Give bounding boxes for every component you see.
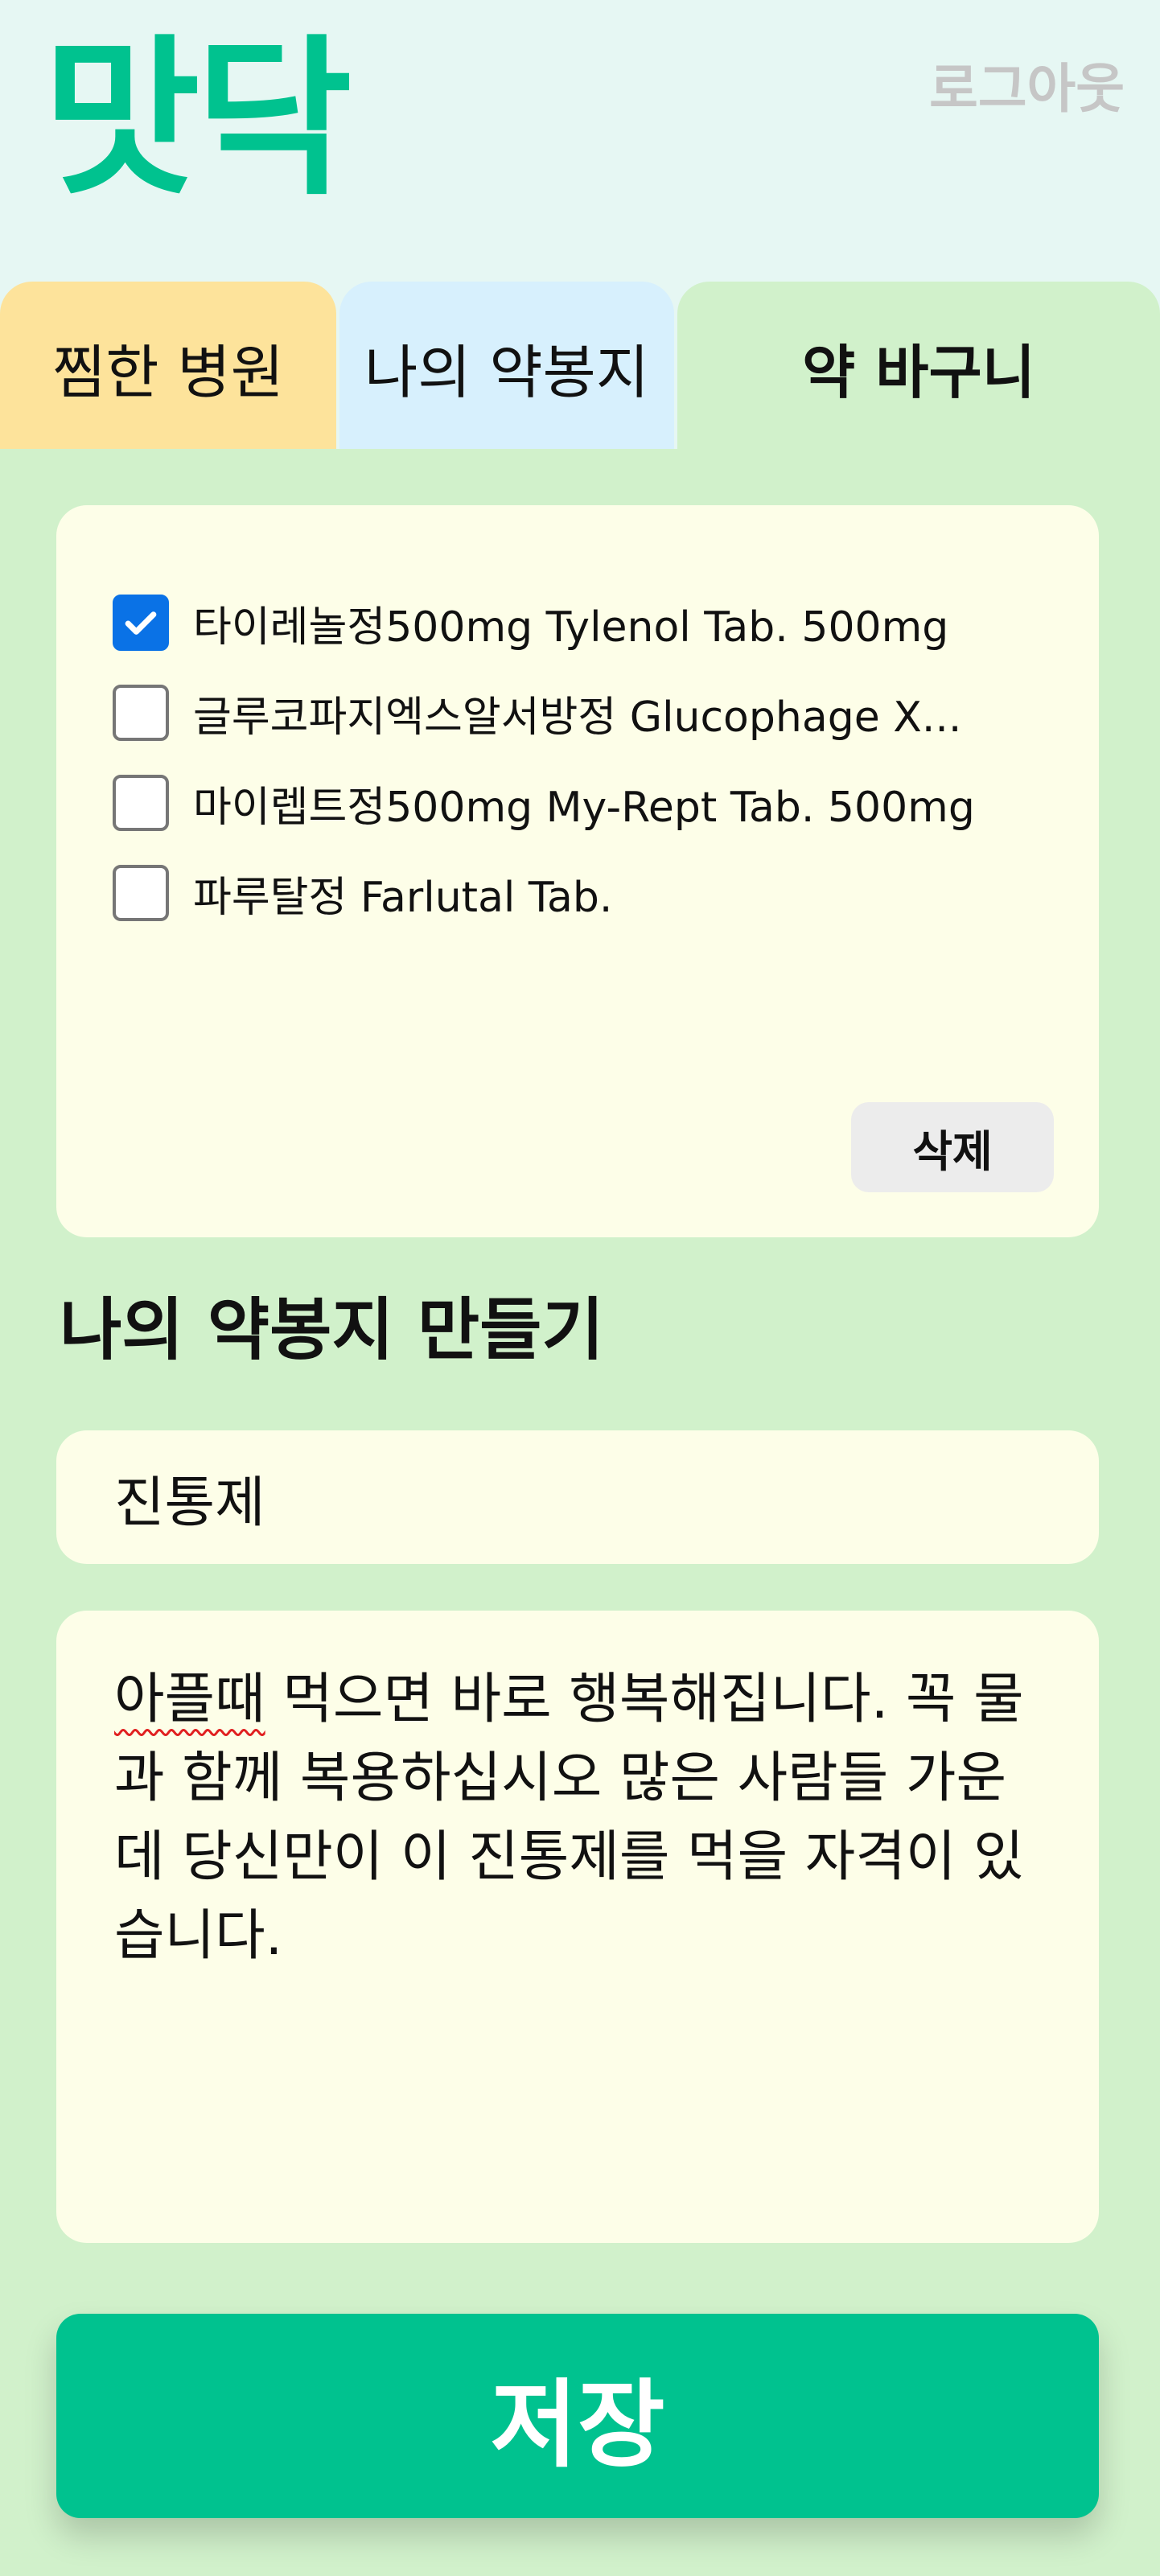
app-logo: 맛닥 [43,19,352,218]
medicine-checkbox[interactable] [113,865,169,921]
tab-bar: 찜한 병원 나의 약봉지 약 바구니 [0,282,1160,452]
tab-favorite-hospitals[interactable]: 찜한 병원 [0,282,336,452]
header: 맛닥 로그아웃 [0,0,1160,283]
medicine-name: 마이렙트정500mg My-Rept Tab. 500mg [193,783,975,832]
logout-button[interactable]: 로그아웃 [929,53,1125,126]
medicine-checkbox[interactable] [113,595,169,651]
medicine-item[interactable]: 타이레놀정500mg Tylenol Tab. 500mg [113,578,1030,668]
medicine-item[interactable]: 마이렙트정500mg My-Rept Tab. 500mg [113,758,1030,848]
tab-medicine-basket[interactable]: 약 바구니 [677,282,1160,452]
medicine-name: 타이레놀정500mg Tylenol Tab. 500mg [193,603,949,652]
bag-description-textarea[interactable]: 아플때 먹으면 바로 행복해집니다. 꼭 물과 함께 복용하십시오 많은 사람들… [56,1611,1099,2243]
bag-name-input[interactable]: 진통제 [56,1430,1099,1564]
save-button[interactable]: 저장 [56,2314,1099,2518]
app-root: 맛닥 로그아웃 찜한 병원 나의 약봉지 약 바구니 타이레놀정500mg Ty… [0,0,1160,2576]
misspelled-word: 아플때 [114,1668,265,1731]
tab-my-medicine-bags[interactable]: 나의 약봉지 [339,282,674,452]
medicine-item[interactable]: 파루탈정 Farlutal Tab. [113,848,1030,938]
check-icon [125,611,157,635]
basket-card: 타이레놀정500mg Tylenol Tab. 500mg 글루코파지엑스알서방… [56,505,1099,1237]
medicine-checkbox[interactable] [113,775,169,831]
medicine-list: 타이레놀정500mg Tylenol Tab. 500mg 글루코파지엑스알서방… [113,578,1030,938]
medicine-name: 글루코파지엑스알서방정 Glucophage X... [193,693,962,742]
delete-button[interactable]: 삭제 [851,1102,1054,1192]
medicine-name: 파루탈정 Farlutal Tab. [193,873,613,922]
medicine-item[interactable]: 글루코파지엑스알서방정 Glucophage X... [113,668,1030,758]
medicine-checkbox[interactable] [113,685,169,741]
basket-panel: 타이레놀정500mg Tylenol Tab. 500mg 글루코파지엑스알서방… [0,449,1160,2576]
create-bag-title: 나의 약봉지 만들기 [60,1290,604,1369]
